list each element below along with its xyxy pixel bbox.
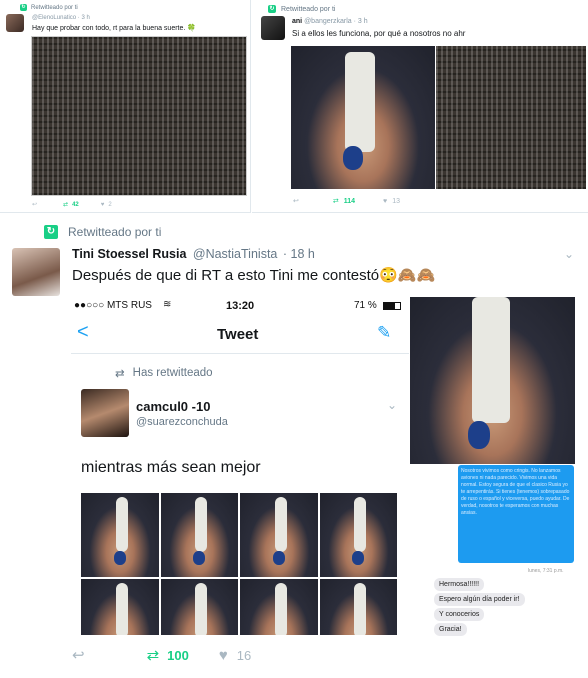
grid-cell: [160, 493, 238, 577]
phone-screenshot[interactable]: ●●○○○ MTS RUS ≋ 13:20 71 % < Tweet ✎ ⇄ H…: [71, 297, 409, 635]
wifi-icon: ≋: [163, 299, 172, 310]
retweet-action-icon[interactable]: ⇄: [147, 646, 160, 664]
reply-icon[interactable]: ↩: [72, 646, 85, 664]
fork-photo-large[interactable]: [410, 297, 575, 464]
chat-message-2: Espero algún día poder ir!: [434, 593, 525, 606]
like-count: 2: [108, 201, 112, 208]
status-battery: 71 %: [354, 300, 377, 311]
retweet-icon: ↻: [268, 5, 276, 13]
divider: [71, 353, 409, 354]
tweet-name[interactable]: ani: [292, 18, 302, 25]
tweet-header: ani @bangerzkarla · 3 h: [292, 18, 368, 25]
tweet-text: Si a ellos les funciona, por qué a nosot…: [292, 29, 466, 38]
reply-icon[interactable]: ↩: [293, 197, 299, 205]
main-tweet[interactable]: ↻ Retwitteado por ti Tini Stoessel Rusia…: [0, 217, 588, 678]
tweet-text: Después de que di RT a esto Tini me cont…: [72, 267, 436, 284]
tweet-handle[interactable]: @suarezconchuda: [136, 416, 228, 428]
retweet-action-icon[interactable]: ⇄: [333, 197, 339, 205]
nail-shape: [343, 146, 363, 170]
chat-bubble-blue: Nosotros vivimos como cringis. No lanzam…: [458, 465, 574, 563]
tweet-handle[interactable]: @ElenoLunatico · 3 h: [32, 15, 90, 21]
retweeted-indicator: ↻ Retwitteado por ti: [44, 225, 161, 239]
retweet-count: 114: [343, 197, 356, 205]
retweet-count: 100: [167, 647, 189, 663]
fork-image-grid[interactable]: [81, 493, 397, 635]
chat-message-4: Gracia!: [434, 623, 467, 636]
tweet-image-mosaic[interactable]: [436, 46, 586, 189]
reply-icon[interactable]: ↩: [32, 201, 37, 208]
retweet-icon: ↻: [20, 4, 27, 11]
chat-message-1: Hermosa!!!!!!: [434, 578, 485, 591]
tweet-handle[interactable]: @NastiaTinista: [193, 247, 277, 261]
avatar[interactable]: [81, 389, 129, 437]
tweet-time[interactable]: · 18 h: [283, 247, 315, 261]
grid-cell: [240, 493, 318, 577]
tweet-header: Tini Stoessel Rusia @NastiaTinista · 18 …: [72, 247, 315, 261]
retweeted-label: Retwitteado por ti: [281, 5, 336, 13]
chat-time: lunes, 7:31 p.m.: [528, 568, 564, 574]
like-icon[interactable]: ♥: [101, 202, 105, 208]
like-icon[interactable]: ♥: [219, 647, 228, 664]
grid-cell: [240, 579, 318, 635]
retweet-icon: ↻: [44, 225, 58, 239]
tweet-image[interactable]: [31, 36, 247, 196]
nail-shape: [468, 421, 490, 449]
tweet-actions: ↩ ⇄ 100 ♥ 16: [72, 646, 252, 665]
retweeted-label: Retwitteado por ti: [68, 225, 162, 239]
tweet-text: Hay que probar con todo, rt para la buen…: [32, 25, 196, 32]
tweet-handle[interactable]: @bangerzkarla · 3 h: [304, 18, 368, 25]
grid-cell: [319, 493, 397, 577]
grid-cell: [160, 579, 238, 635]
tweet-name[interactable]: Tini Stoessel Rusia: [72, 247, 186, 261]
fork-shape: [472, 297, 510, 423]
screen-title: Tweet: [217, 326, 259, 343]
fork-shape: [345, 52, 375, 152]
chevron-down-icon[interactable]: ⌄: [387, 398, 397, 412]
tweet-text: mientras más sean mejor: [81, 459, 261, 476]
status-carrier: ●●○○○ MTS RUS: [74, 300, 152, 311]
grid-cell: [319, 579, 397, 635]
back-button[interactable]: <: [77, 321, 89, 344]
retweeted-label: Retwitteado por ti: [31, 4, 78, 11]
clover-emoji: 🍀: [187, 25, 196, 32]
retweeted-indicator: ↻ Retwitteado por ti: [268, 5, 335, 13]
tweet-actions: ↩ ⇄ 42 ♥ 2: [32, 201, 112, 209]
chevron-down-icon[interactable]: ⌄: [564, 247, 574, 261]
has-retweeted-indicator: ⇄ Has retwitteado: [115, 366, 213, 380]
tweet-name[interactable]: camcul0 -10: [136, 399, 210, 414]
retweet-action-icon[interactable]: ⇄: [63, 201, 68, 208]
retweeted-indicator: ↻ Retwitteado por ti: [20, 4, 78, 11]
tweet-actions: ↩ ⇄ 114 ♥ 13: [293, 197, 400, 206]
grid-cell: [81, 493, 159, 577]
tweet-card-2[interactable]: ↻ Retwitteado por ti ani @bangerzkarla ·…: [252, 0, 588, 213]
compose-icon[interactable]: ✎: [377, 323, 391, 343]
grid-cell: [81, 579, 159, 635]
avatar[interactable]: [261, 16, 285, 40]
like-icon[interactable]: ♥: [383, 198, 387, 205]
retweet-count: 42: [72, 201, 79, 208]
tweet-card-1[interactable]: ↻ Retwitteado por ti @ElenoLunatico · 3 …: [0, 0, 251, 213]
has-retweeted-label: Has retwitteado: [132, 367, 213, 379]
chat-screenshot[interactable]: Nosotros vivimos como cringis. No lanzam…: [410, 465, 588, 637]
avatar[interactable]: [12, 248, 60, 296]
retweet-icon: ⇄: [115, 368, 125, 380]
status-clock: 13:20: [226, 300, 255, 312]
like-count: 16: [236, 647, 252, 663]
battery-icon: [383, 302, 401, 310]
like-count: 13: [392, 197, 400, 205]
avatar[interactable]: [6, 14, 24, 32]
tweet-image-fork[interactable]: [291, 46, 435, 189]
chat-message-3: Y conocerios: [434, 608, 485, 621]
